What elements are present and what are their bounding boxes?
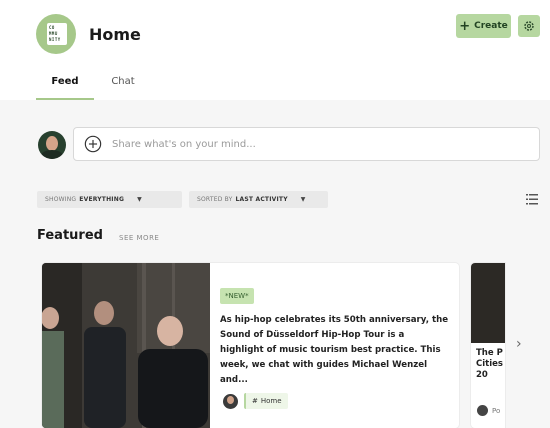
- top-header: CO MMU NITY Home + Create Feed Chat: [0, 0, 550, 100]
- settings-button[interactable]: [518, 15, 540, 37]
- card-excerpt[interactable]: As hip-hop celebrates its 50th anniversa…: [220, 313, 450, 388]
- showing-filter[interactable]: SHOWING EVERYTHING ▼: [37, 191, 182, 208]
- logo-tile: CO MMU NITY: [47, 23, 67, 45]
- featured-heading: Featured: [37, 228, 103, 243]
- composer-input[interactable]: [112, 138, 512, 150]
- space-chip-label: Home: [260, 397, 282, 405]
- composer-box[interactable]: [73, 127, 540, 161]
- plus-circle-icon[interactable]: [84, 135, 102, 153]
- card-next-footer: Po: [477, 405, 500, 416]
- tab-chat[interactable]: Chat: [94, 74, 152, 100]
- card-photo: [42, 263, 210, 428]
- sort-filter[interactable]: SORTED BY LAST ACTIVITY ▼: [189, 191, 328, 208]
- card-footer: # Home: [223, 393, 288, 409]
- author-avatar[interactable]: [223, 393, 238, 409]
- create-label: Create: [474, 21, 508, 31]
- avatar-body: [41, 150, 63, 159]
- logo-text: CO MMU NITY: [49, 25, 61, 42]
- plus-icon: +: [459, 18, 471, 34]
- page-title: Home: [89, 25, 141, 44]
- card-next-photo: [471, 263, 505, 343]
- settings-icon: [524, 21, 534, 31]
- card-next-avatar: [477, 405, 488, 416]
- chevron-right-icon[interactable]: ›: [516, 336, 522, 352]
- caret-down-icon: ▼: [137, 196, 142, 203]
- see-more-link[interactable]: SEE MORE: [119, 234, 159, 242]
- feed-area: SHOWING EVERYTHING ▼ SORTED BY LAST ACTI…: [0, 100, 550, 428]
- tab-bar: Feed Chat: [36, 74, 152, 100]
- list-view-icon[interactable]: [526, 194, 538, 205]
- caret-down-icon: ▼: [300, 196, 306, 203]
- sorted-prefix: SORTED BY: [197, 196, 233, 203]
- tab-feed[interactable]: Feed: [36, 74, 94, 100]
- card-next-footer-label: Po: [492, 406, 501, 415]
- create-button[interactable]: + Create: [456, 14, 511, 38]
- showing-prefix: SHOWING: [45, 196, 77, 203]
- featured-card[interactable]: *NEW* As hip-hop celebrates its 50th ann…: [42, 263, 459, 428]
- filter-bar: SHOWING EVERYTHING ▼ SORTED BY LAST ACTI…: [37, 191, 328, 208]
- user-avatar[interactable]: [38, 131, 66, 159]
- space-chip[interactable]: # Home: [244, 393, 288, 409]
- showing-value: EVERYTHING: [79, 196, 125, 203]
- community-logo[interactable]: CO MMU NITY: [36, 14, 76, 54]
- featured-card-next[interactable]: The P Trans Cities the 20 Po: [471, 263, 505, 428]
- avatar-face: [46, 136, 58, 151]
- sorted-value: LAST ACTIVITY: [235, 196, 288, 203]
- card-next-title: The P Trans Cities the 20: [476, 348, 505, 380]
- hashtag-icon: #: [252, 397, 258, 405]
- new-badge: *NEW*: [220, 288, 254, 304]
- card-body: *NEW* As hip-hop celebrates its 50th ann…: [220, 283, 450, 388]
